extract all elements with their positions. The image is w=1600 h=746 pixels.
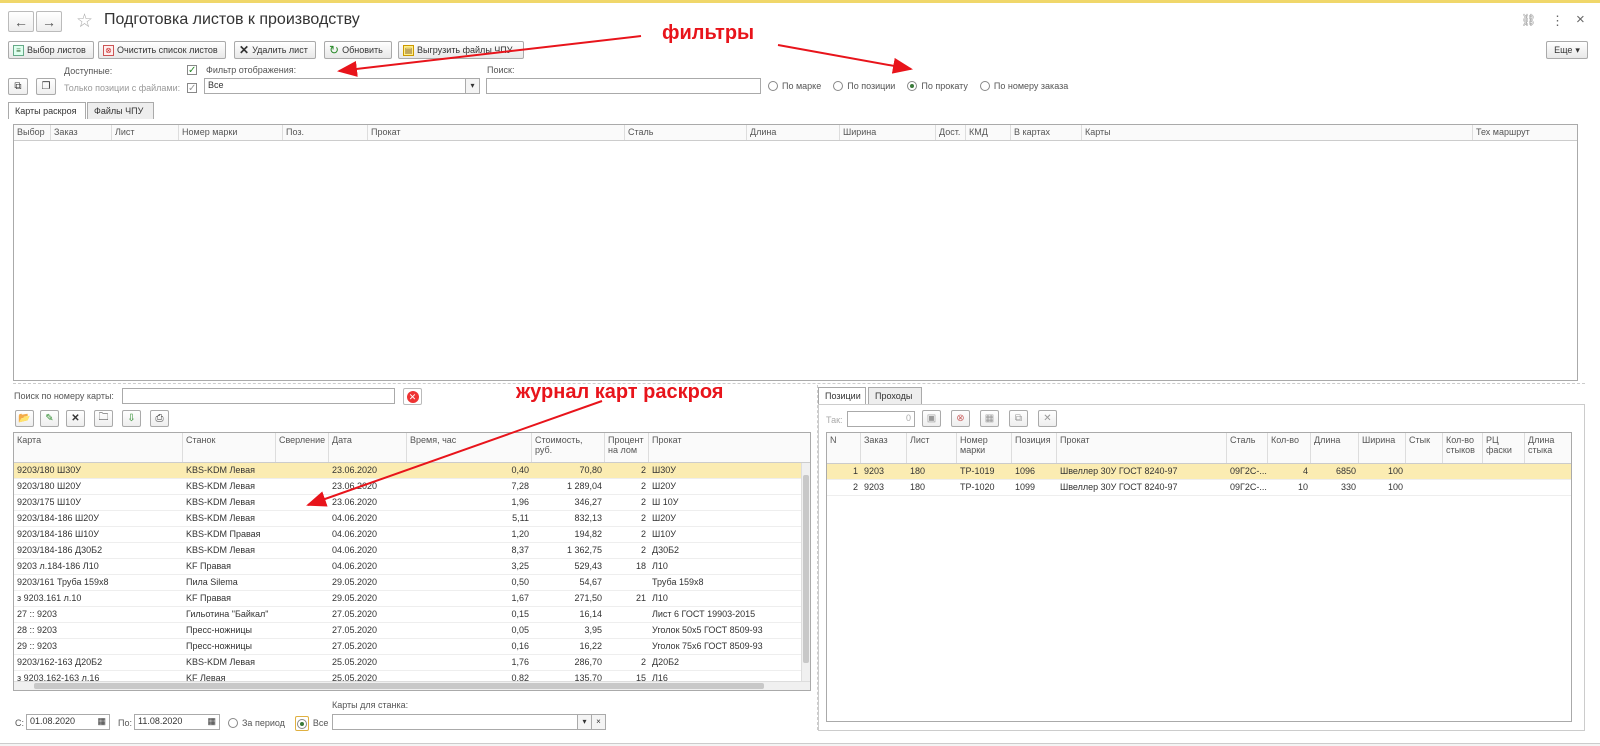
app-window: ← → ☆ Подготовка листов к производству ⛓… (0, 0, 1600, 746)
annotation-arrow-right (777, 44, 913, 74)
annotation-arrow-journal (306, 400, 603, 507)
annotation-arrow-left (337, 35, 642, 77)
annotation-filters: фильтры (662, 22, 755, 44)
annotation-arrows (306, 35, 913, 507)
annotation-journal: журнал карт раскроя (516, 381, 724, 403)
